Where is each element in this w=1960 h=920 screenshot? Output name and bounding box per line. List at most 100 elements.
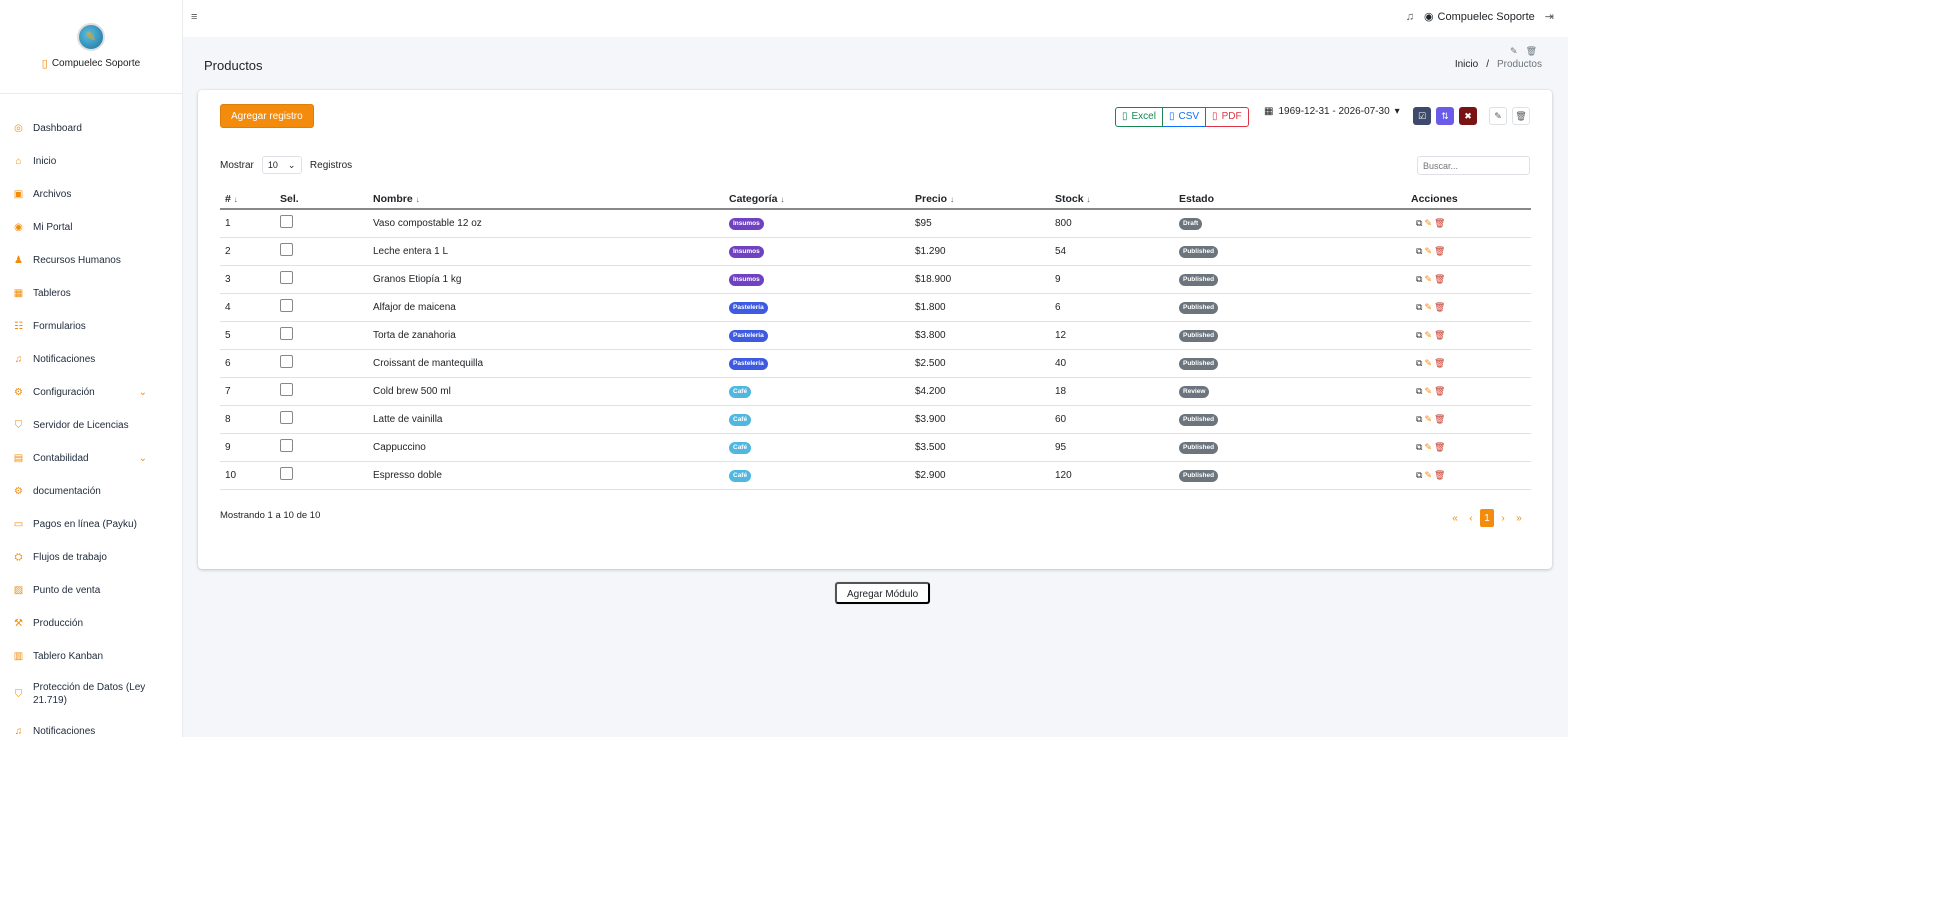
edit-icon[interactable]: ✎ — [1424, 246, 1432, 257]
user-menu[interactable]: ◉ Compuelec Soporte — [1424, 10, 1535, 24]
edit-icon[interactable]: ✎ — [1424, 302, 1432, 313]
copy-icon[interactable]: ⧉ — [1416, 302, 1422, 313]
trash-icon[interactable]: 🗑 — [1434, 274, 1445, 285]
trash-icon[interactable]: 🗑 — [1434, 246, 1445, 257]
delete-icon[interactable]: ✖ — [1459, 107, 1477, 125]
logout-icon[interactable]: ⇥ — [1545, 10, 1554, 23]
row-checkbox[interactable] — [280, 383, 293, 396]
table-row[interactable]: 7 Cold brew 500 ml Café $4.200 18 Review ⧉ ✎ 🗑 — [220, 377, 1531, 406]
edit-icon[interactable]: ✎ — [1489, 107, 1507, 125]
sidebar-item-5[interactable]: ▦ Tableros — [0, 277, 183, 310]
trash-icon[interactable]: 🗑 — [1434, 358, 1445, 369]
page-nav-button[interactable]: ‹ — [1464, 509, 1478, 527]
edit-icon[interactable]: ✎ — [1424, 470, 1432, 481]
table-row[interactable]: 2 Leche entera 1 L Insumos $1.290 54 Publishe… — [220, 237, 1531, 266]
row-checkbox[interactable] — [280, 271, 293, 284]
edit-icon[interactable]: ✎ — [1424, 386, 1432, 397]
sidebar-item-13[interactable]: ⛭ Flujos de trabajo — [0, 541, 183, 574]
col-name[interactable]: Nombre ↓ — [368, 189, 724, 210]
add-module-button[interactable]: Agregar Módulo — [835, 582, 931, 604]
sidebar-item-11[interactable]: ⚙ documentación — [0, 475, 183, 508]
sidebar-item-7[interactable]: ♫ Notificaciones — [0, 343, 183, 376]
brand[interactable]: ✎ ▯ Compuelec Soporte — [0, 0, 182, 94]
bell-icon[interactable]: ♫ — [1406, 11, 1414, 23]
page-size-select[interactable]: 10 ⌄ — [261, 156, 302, 174]
edit-icon[interactable]: ✎ — [1424, 358, 1432, 369]
trash-icon[interactable]: 🗑 — [1434, 218, 1445, 229]
sort-icon[interactable]: ⇅ — [1436, 107, 1454, 125]
copy-icon[interactable]: ⧉ — [1416, 358, 1422, 369]
copy-icon[interactable]: ⧉ — [1416, 414, 1422, 425]
copy-icon[interactable]: ⧉ — [1416, 246, 1422, 257]
hamburger-icon[interactable]: ≡ — [191, 11, 197, 23]
check-square-icon[interactable]: ☑ — [1413, 107, 1431, 125]
trash-icon[interactable]: 🗑 — [1512, 107, 1530, 125]
sidebar-item-6[interactable]: ☷ Formularios — [0, 310, 183, 343]
edit-icon[interactable]: ✎ — [1424, 274, 1432, 285]
edit-icon[interactable]: ✎ — [1510, 46, 1518, 57]
trash-icon[interactable]: 🗑 — [1434, 442, 1445, 453]
col-stock[interactable]: Stock ↓ — [1050, 189, 1174, 210]
trash-icon[interactable]: 🗑 — [1434, 330, 1445, 341]
trash-icon[interactable]: 🗑 — [1434, 386, 1445, 397]
trash-icon[interactable]: 🗑 — [1434, 470, 1445, 481]
sidebar-item-10[interactable]: ▤ Contabilidad ⌄ — [0, 442, 183, 475]
table-row[interactable]: 4 Alfajor de maicena Pastelería $1.800 6 Publ… — [220, 293, 1531, 322]
table-row[interactable]: 6 Croissant de mantequilla Pastelería $2.50… — [220, 349, 1531, 378]
row-checkbox[interactable] — [280, 439, 293, 452]
row-checkbox[interactable] — [280, 327, 293, 340]
row-checkbox[interactable] — [280, 467, 293, 480]
date-range-picker[interactable]: ▦ 1969-12-31 - 2026-07-30 ▾ — [1264, 106, 1400, 117]
trash-icon[interactable]: 🗑 — [1434, 414, 1445, 425]
copy-icon[interactable]: ⧉ — [1416, 442, 1422, 453]
row-checkbox[interactable] — [280, 215, 293, 229]
sidebar-item-1[interactable]: ⌂ Inicio — [0, 145, 183, 178]
copy-icon[interactable]: ⧉ — [1416, 330, 1422, 341]
copy-icon[interactable]: ⧉ — [1416, 470, 1422, 481]
sidebar-item-3[interactable]: ◉ Mi Portal — [0, 211, 183, 244]
excel-button[interactable]: ▯ Excel — [1115, 107, 1163, 127]
col-category[interactable]: Categoría ↓ — [724, 189, 910, 210]
sidebar-item-17[interactable]: ⛉ Protección de Datos (Ley 21.719) — [0, 673, 183, 715]
table-row[interactable]: 10 Espresso doble Café $2.900 120 Published ⧉ ✎… — [220, 461, 1531, 490]
search-input[interactable] — [1417, 156, 1530, 175]
edit-icon[interactable]: ✎ — [1424, 218, 1432, 229]
sidebar-item-12[interactable]: ▭ Pagos en línea (Payku) — [0, 508, 183, 541]
row-checkbox[interactable] — [280, 411, 293, 424]
sidebar-item-9[interactable]: ⛉ Servidor de Licencias — [0, 409, 183, 442]
csv-button[interactable]: ▯ CSV — [1162, 107, 1207, 127]
sidebar-item-2[interactable]: ▣ Archivos — [0, 178, 183, 211]
col-number[interactable]: # ↓ — [220, 189, 275, 210]
copy-icon[interactable]: ⧉ — [1416, 218, 1422, 229]
pdf-button[interactable]: ▯ PDF — [1206, 107, 1249, 127]
sidebar-item-16[interactable]: ▥ Tablero Kanban — [0, 640, 183, 673]
sidebar-item-18[interactable]: ♫ Notificaciones — [0, 715, 183, 748]
page-current[interactable]: 1 — [1480, 509, 1494, 527]
page-nav-button[interactable]: « — [1448, 509, 1462, 527]
table-row[interactable]: 9 Cappuccino Café $3.500 95 Published ⧉ ✎ 🗑 — [220, 433, 1531, 462]
edit-icon[interactable]: ✎ — [1424, 414, 1432, 425]
edit-icon[interactable]: ✎ — [1424, 442, 1432, 453]
sidebar-item-4[interactable]: ♟ Recursos Humanos — [0, 244, 183, 277]
copy-icon[interactable]: ⧉ — [1416, 386, 1422, 397]
row-checkbox[interactable] — [280, 355, 293, 368]
sidebar-item-15[interactable]: ⚒ Producción — [0, 607, 183, 640]
trash-icon[interactable]: 🗑 — [1434, 302, 1445, 313]
table-row[interactable]: 8 Latte de vainilla Café $3.900 60 Published ⧉… — [220, 405, 1531, 434]
trash-icon[interactable]: 🗑 — [1526, 46, 1537, 57]
edit-icon[interactable]: ✎ — [1424, 330, 1432, 341]
sidebar-item-8[interactable]: ⚙ Configuración ⌄ — [0, 376, 183, 409]
table-row[interactable]: 1 Vaso compostable 12 oz Insumos $95 800 Draf… — [220, 209, 1531, 238]
col-price[interactable]: Precio ↓ — [910, 189, 1050, 210]
breadcrumb-home[interactable]: Inicio — [1455, 59, 1478, 70]
table-row[interactable]: 5 Torta de zanahoria Pastelería $3.800 12 Pub… — [220, 321, 1531, 350]
page-nav-button[interactable]: › — [1496, 509, 1510, 527]
page-nav-button[interactable]: » — [1512, 509, 1526, 527]
table-row[interactable]: 3 Granos Etiopía 1 kg Insumos $18.900 9 Publi… — [220, 265, 1531, 294]
copy-icon[interactable]: ⧉ — [1416, 274, 1422, 285]
add-record-button[interactable]: Agregar registro — [220, 104, 314, 128]
row-checkbox[interactable] — [280, 299, 293, 312]
sidebar-item-14[interactable]: ▨ Punto de venta — [0, 574, 183, 607]
row-checkbox[interactable] — [280, 243, 293, 256]
sidebar-item-0[interactable]: ◎ Dashboard — [0, 112, 183, 145]
